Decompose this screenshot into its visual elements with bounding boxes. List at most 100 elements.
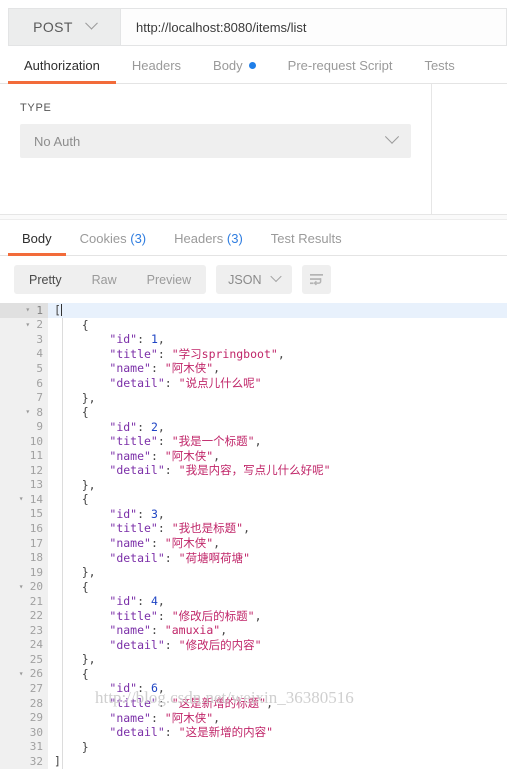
code-line[interactable]: 6 "detail": "说点儿什么呢" xyxy=(0,375,507,391)
code-line[interactable]: 29 "name": "阿木侠", xyxy=(0,710,507,725)
code-line[interactable]: 18 "detail": "荷塘啊荷塘" xyxy=(0,550,507,565)
auth-type-dropdown[interactable]: No Auth xyxy=(20,124,411,158)
code-line[interactable]: 22 "title": "修改后的标题", xyxy=(0,608,507,624)
line-number-gutter[interactable]: ▾ 20 xyxy=(0,579,48,594)
code-line[interactable]: ▾ 2 { xyxy=(0,317,507,333)
line-number-gutter[interactable]: 6 xyxy=(0,375,48,391)
line-number-gutter[interactable]: 24 xyxy=(0,637,48,653)
response-tab-headers[interactable]: Headers (3) xyxy=(160,231,257,255)
view-mode-raw[interactable]: Raw xyxy=(77,265,132,294)
tab-tests-label: Tests xyxy=(424,58,455,73)
code-line[interactable]: 19 }, xyxy=(0,564,507,580)
code-line[interactable]: 5 "name": "阿木侠", xyxy=(0,361,507,376)
code-line[interactable]: ▾ 8 { xyxy=(0,404,507,420)
code-line[interactable]: ▾ 20 { xyxy=(0,579,507,594)
fold-toggle-icon[interactable]: ▾ xyxy=(19,495,26,503)
line-number-gutter[interactable]: 9 xyxy=(0,419,48,434)
line-number-gutter[interactable]: 22 xyxy=(0,608,48,624)
http-method-dropdown[interactable]: POST xyxy=(8,8,120,46)
code-text: { xyxy=(81,405,89,420)
code-line[interactable]: 30 "detail": "这是新增的内容" xyxy=(0,724,507,740)
code-line[interactable]: ▾ 14 { xyxy=(0,492,507,507)
tab-pre-request-script[interactable]: Pre-request Script xyxy=(272,58,409,83)
response-tab-body[interactable]: Body xyxy=(8,231,66,256)
line-number-gutter[interactable]: 29 xyxy=(0,710,48,725)
code-line[interactable]: 3 "id": 1, xyxy=(0,332,507,347)
tab-body-label: Body xyxy=(213,58,243,73)
line-number-gutter[interactable]: 12 xyxy=(0,463,48,478)
line-number-gutter[interactable]: 27 xyxy=(0,681,48,696)
line-number-gutter[interactable]: 16 xyxy=(0,521,48,536)
line-number-gutter[interactable]: 31 xyxy=(0,739,48,754)
code-line[interactable]: 11 "name": "阿木侠", xyxy=(0,448,507,464)
fold-toggle-icon[interactable]: ▾ xyxy=(19,669,26,678)
line-number-gutter[interactable]: 3 xyxy=(0,332,48,347)
line-number-gutter[interactable]: 7 xyxy=(0,390,48,405)
response-tab-cookies[interactable]: Cookies (3) xyxy=(66,231,160,255)
view-mode-preview[interactable]: Preview xyxy=(132,265,206,294)
line-number: 1 xyxy=(36,303,43,317)
code-line[interactable]: ▾ 26 { xyxy=(0,666,507,682)
line-number-gutter[interactable]: 32 xyxy=(0,753,48,769)
url-text: http://localhost:8080/items/list xyxy=(136,19,307,35)
auth-type-value: No Auth xyxy=(34,133,81,149)
auth-type-label: TYPE xyxy=(20,102,52,114)
tab-headers[interactable]: Headers xyxy=(116,58,197,83)
line-number-gutter[interactable]: ▾ 14 xyxy=(0,492,48,507)
response-body-code-viewer[interactable]: ▾ 1[▾ 2 {3 "id": 1, 4 "title": "学习springboo… xyxy=(0,303,507,769)
tab-authorization[interactable]: Authorization xyxy=(8,58,116,84)
line-number: 21 xyxy=(29,594,43,608)
line-number-gutter[interactable]: 11 xyxy=(0,448,48,464)
code-line[interactable]: 4 "title": "学习springboot", xyxy=(0,346,507,362)
code-line[interactable]: 28 "title": "这是新增的标题", xyxy=(0,695,507,711)
line-number-gutter[interactable]: 28 xyxy=(0,695,48,711)
code-text: }, xyxy=(81,390,96,405)
line-number-gutter[interactable]: 30 xyxy=(0,724,48,740)
tab-body[interactable]: Body xyxy=(197,58,272,83)
fold-toggle-icon[interactable]: ▾ xyxy=(19,582,26,591)
line-number-gutter[interactable]: ▾ 8 xyxy=(0,404,48,420)
code-line[interactable]: 10 "title": "我是一个标题", xyxy=(0,433,507,449)
view-mode-pretty[interactable]: Pretty xyxy=(14,265,77,294)
code-line[interactable]: 12 "detail": "我是内容，写点儿什么好呢" xyxy=(0,463,507,478)
code-line[interactable]: 13 }, xyxy=(0,477,507,493)
code-line[interactable]: 24 "detail": "修改后的内容" xyxy=(0,637,507,653)
fold-toggle-icon[interactable]: ▾ xyxy=(25,320,32,329)
code-line[interactable]: 15 "id": 3, xyxy=(0,506,507,522)
url-input[interactable]: http://localhost:8080/items/list xyxy=(120,8,507,46)
code-line[interactable]: 9 "id": 2, xyxy=(0,419,507,434)
code-line[interactable]: 31 } xyxy=(0,739,507,754)
line-number-gutter[interactable]: 15 xyxy=(0,506,48,522)
code-line[interactable]: 17 "name": "阿木侠", xyxy=(0,535,507,551)
fold-toggle-icon[interactable]: ▾ xyxy=(25,306,32,314)
line-number-gutter[interactable]: 25 xyxy=(0,652,48,667)
line-number-gutter[interactable]: 21 xyxy=(0,593,48,609)
code-line[interactable]: 25 }, xyxy=(0,652,507,667)
code-line[interactable]: 21 "id": 4, xyxy=(0,593,507,609)
view-mode-group: Pretty Raw Preview xyxy=(14,265,207,294)
line-number-gutter[interactable]: 4 xyxy=(0,346,48,362)
line-number-gutter[interactable]: 18 xyxy=(0,550,48,565)
code-line[interactable]: 16 "title": "我也是标题", xyxy=(0,521,507,536)
line-number-gutter[interactable]: 23 xyxy=(0,623,48,638)
response-tab-test-results[interactable]: Test Results xyxy=(257,231,356,255)
fold-toggle-icon[interactable]: ▾ xyxy=(25,408,32,416)
line-number-gutter[interactable]: 10 xyxy=(0,433,48,449)
line-number-gutter[interactable]: 19 xyxy=(0,564,48,580)
response-format-dropdown[interactable]: JSON xyxy=(216,265,293,294)
line-number-gutter[interactable]: 5 xyxy=(0,361,48,376)
line-number-gutter[interactable]: ▾ 1 xyxy=(0,303,48,318)
code-line[interactable]: 27 "id": 6, xyxy=(0,681,507,696)
code-line[interactable]: 7 }, xyxy=(0,390,507,405)
tab-tests[interactable]: Tests xyxy=(408,58,470,83)
line-number-gutter[interactable]: ▾ 26 xyxy=(0,666,48,682)
line-number: 14 xyxy=(29,492,43,506)
code-line[interactable]: 23 "name": "amuxia", xyxy=(0,623,507,638)
line-number-gutter[interactable]: ▾ 2 xyxy=(0,317,48,333)
word-wrap-toggle[interactable] xyxy=(302,265,332,294)
code-line[interactable]: 32] xyxy=(0,753,507,769)
code-line[interactable]: ▾ 1[ xyxy=(0,303,507,318)
line-number-gutter[interactable]: 17 xyxy=(0,535,48,551)
line-number-gutter[interactable]: 13 xyxy=(0,477,48,493)
line-number: 3 xyxy=(36,332,43,346)
